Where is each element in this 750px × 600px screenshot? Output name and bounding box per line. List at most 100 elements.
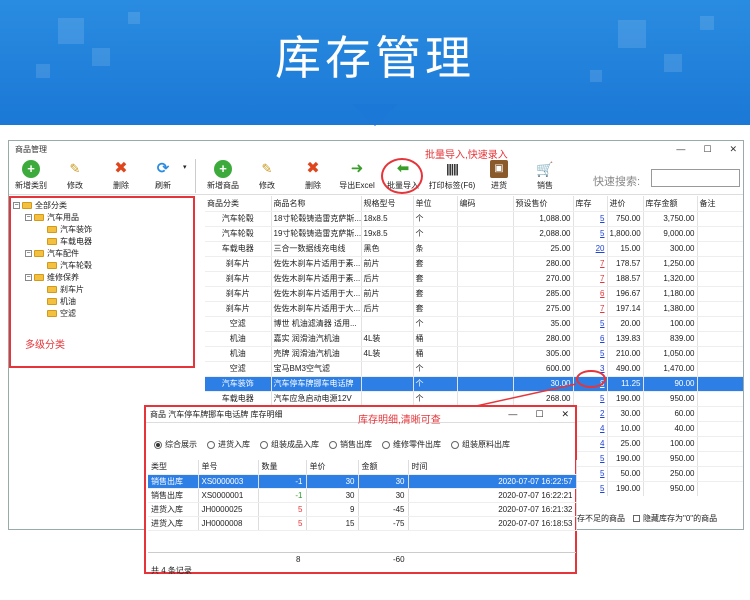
export-excel-button[interactable]: ➜ 导出Excel (337, 160, 377, 191)
filter-radio[interactable]: 销售出库 (329, 439, 372, 450)
stock-link[interactable]: 7 (573, 271, 608, 287)
maximize-icon[interactable]: ☐ (535, 409, 543, 420)
table-cell: 196.67 (607, 286, 644, 302)
column-header[interactable]: 备注 (697, 196, 743, 212)
column-header[interactable]: 库存 (573, 196, 608, 212)
tree-node-car-parts[interactable]: − 汽车配件 (25, 248, 79, 259)
edit-category-button[interactable]: ✎ 修改 (55, 160, 95, 191)
stock-link[interactable]: 7 (573, 301, 608, 317)
table-row[interactable]: 销售出库 XS0000003 -1 30 30 2020-07-07 16:22:57 (148, 474, 577, 489)
stock-link[interactable]: 7 (573, 256, 608, 272)
table-row[interactable]: 空滤 宝马BM3空气滤个 600.00 3 490.00 1,470.00 (205, 361, 743, 377)
radio-icon[interactable] (382, 440, 390, 449)
column-header[interactable]: 规格型号 (361, 196, 414, 212)
radio-icon[interactable] (260, 440, 268, 449)
table-row[interactable]: 刹车片 佐佐木刹车片适用于素... 前片套 280.00 7 178.57 1,250.00 (205, 256, 743, 272)
close-icon[interactable]: ✕ (729, 144, 737, 155)
column-header[interactable]: 预设售价 (513, 196, 574, 212)
column-header[interactable]: 单号 (198, 460, 259, 475)
low-stock-option[interactable]: 库存不足的商品 (569, 513, 625, 524)
column-header[interactable]: 数量 (258, 460, 307, 475)
tree-node-air-filter[interactable]: 空滤 (47, 308, 76, 319)
table-row[interactable]: 汽车轮毂 19寸轮毂铸造雷克萨斯... 19x8.5 个 2,088.00 5 1,800.… (205, 226, 743, 242)
tree-node-brake-pads[interactable]: 刹车片 (47, 284, 84, 295)
table-row[interactable]: 刹车片 佐佐木刹车片适用于大... 前片套 285.00 6 196.67 1,180.00 (205, 286, 743, 302)
stock-link[interactable]: 6 (573, 331, 608, 347)
radio-icon[interactable] (207, 440, 215, 449)
stock-link[interactable]: 5 (573, 346, 608, 362)
quick-search-input[interactable] (651, 169, 740, 187)
delete-category-button[interactable]: ✖ 删除 (101, 160, 141, 191)
column-header[interactable]: 单价 (306, 460, 359, 475)
column-header[interactable]: 商品分类 (205, 196, 272, 212)
column-header[interactable]: 时间 (408, 460, 577, 475)
stock-link[interactable]: 5 (573, 211, 608, 227)
add-product-button[interactable]: + 新增商品 (203, 160, 243, 191)
table-row[interactable]: 销售出库 XS0000001 -1 30 30 2020-07-07 16:22:21 (148, 488, 577, 503)
maximize-icon[interactable]: ☐ (703, 144, 711, 155)
stock-link[interactable]: 5 (573, 316, 608, 332)
checkbox-icon[interactable] (633, 515, 640, 523)
print-label-button[interactable]: ||||| 打印标签(F6) (427, 160, 477, 191)
table-row[interactable]: 进货入库 JH0000008 5 15 -75 2020-07-07 16:18:53 (148, 516, 577, 531)
collapse-icon[interactable]: − (13, 202, 20, 209)
column-header[interactable]: 库存金额 (643, 196, 698, 212)
edit-product-button[interactable]: ✎ 修改 (247, 160, 287, 191)
column-header[interactable]: 单位 (413, 196, 458, 212)
tree-node-car-supplies[interactable]: − 汽车用品 (25, 212, 79, 223)
radio-icon[interactable] (451, 440, 459, 449)
collapse-icon[interactable]: − (25, 214, 32, 221)
tree-node-car-electronics[interactable]: 车载电器 (47, 236, 92, 247)
column-header[interactable]: 类型 (148, 460, 199, 475)
filter-radio[interactable]: 组装成品入库 (260, 439, 319, 450)
table-row[interactable]: 机油 嘉实 润滑油汽机油 4L装桶 280.00 6 139.83 839.00 (205, 331, 743, 347)
table-cell: 壳牌 润滑油汽机油 (271, 346, 362, 362)
stock-link[interactable]: 5 (573, 451, 608, 467)
delete-product-button[interactable]: ✖ 删除 (293, 160, 333, 191)
table-row[interactable]: 机油 壳牌 润滑油汽机油 4L装桶 305.00 5 210.00 1,050.00 (205, 346, 743, 362)
column-header[interactable]: 金额 (358, 460, 409, 475)
filter-radio[interactable]: 进货入库 (207, 439, 250, 450)
tree-node-car-decoration[interactable]: 汽车装饰 (47, 224, 92, 235)
table-row[interactable]: 汽车轮毂 18寸轮毂铸造雷克萨斯... 18x8.5 个 1,088.00 5 750.00… (205, 211, 743, 227)
collapse-icon[interactable]: − (25, 274, 32, 281)
column-header[interactable]: 编码 (457, 196, 514, 212)
table-row[interactable]: 空滤 博世 机油滤清器 适用... 个 35.00 5 20.00 100.00 (205, 316, 743, 332)
table-cell: 839.00 (643, 331, 698, 347)
minimize-icon[interactable]: — (676, 144, 685, 155)
tree-node-root[interactable]: − 全部分类 (13, 200, 67, 211)
filter-radio[interactable]: 综合展示 (154, 439, 197, 450)
quick-search-label: 快速搜索: (593, 176, 641, 188)
stock-link[interactable]: 20 (573, 241, 608, 257)
close-icon[interactable]: ✕ (561, 409, 569, 420)
table-row[interactable]: 刹车片 佐佐木刹车片适用于素... 后片套 270.00 7 188.57 1,320.00 (205, 271, 743, 287)
radio-icon[interactable] (154, 440, 162, 449)
minimize-icon[interactable]: — (508, 409, 517, 420)
table-row[interactable]: 进货入库 JH0000025 5 9 -45 2020-07-07 16:21:32 (148, 502, 577, 517)
refresh-dropdown-icon[interactable]: ▾ (183, 163, 187, 171)
radio-icon[interactable] (329, 440, 337, 449)
table-row[interactable]: 车载电器 三合一数据线充电线 黑色条 25.00 20 15.00 300.00 (205, 241, 743, 257)
tree-node-maintenance[interactable]: − 维修保养 (25, 272, 79, 283)
tree-node-wheels[interactable]: 汽车轮毂 (47, 260, 92, 271)
filter-radio[interactable]: 维修零件出库 (382, 439, 441, 450)
filter-radio[interactable]: 组装原料出库 (451, 439, 510, 450)
tree-node-engine-oil[interactable]: 机油 (47, 296, 76, 307)
table-row[interactable]: 刹车片 佐佐木刹车片适用于大... 后片套 275.00 7 197.14 1,380.00 (205, 301, 743, 317)
stock-link[interactable]: 5 (573, 466, 608, 482)
hide-zero-option[interactable]: 隐藏库存为"0"的商品 (633, 513, 717, 524)
purchase-button[interactable]: ▣ 进货 (479, 160, 519, 191)
stock-link[interactable]: 6 (573, 286, 608, 302)
column-header[interactable]: 商品名称 (271, 196, 362, 212)
sales-button[interactable]: 🛒 销售 (525, 160, 565, 191)
folder-icon (47, 262, 57, 269)
collapse-icon[interactable]: − (25, 250, 32, 257)
stock-link[interactable]: 5 (573, 226, 608, 242)
stock-link[interactable]: 4 (573, 421, 608, 437)
column-header[interactable]: 进价 (607, 196, 644, 212)
table-cell (697, 466, 743, 482)
refresh-button[interactable]: ⟳ 刷新 (143, 160, 183, 191)
stock-link[interactable]: 5 (573, 481, 608, 496)
add-category-button[interactable]: + 新增类别 (11, 160, 51, 191)
stock-link[interactable]: 4 (573, 436, 608, 452)
